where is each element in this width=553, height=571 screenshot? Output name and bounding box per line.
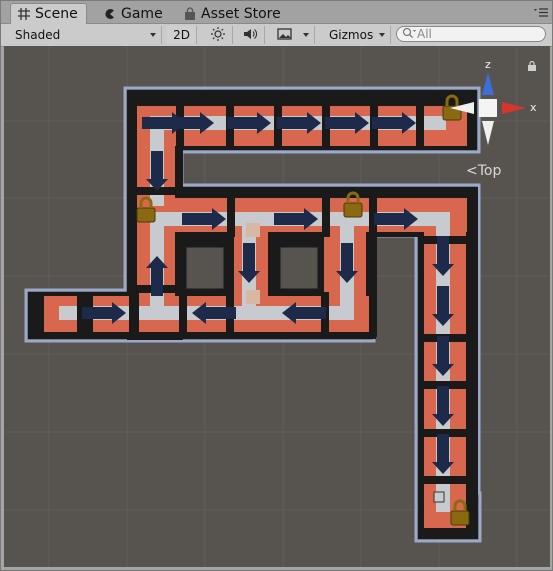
- lighting-toggle-button[interactable]: [203, 26, 233, 44]
- toggle-2d-button[interactable]: 2D: [167, 26, 197, 44]
- gizmo-z-cone: [482, 72, 494, 95]
- window-menu-icon[interactable]: [534, 7, 548, 17]
- search-icon: [401, 27, 417, 42]
- grid-icon: [17, 7, 31, 21]
- gizmo-x-cone: [502, 102, 526, 114]
- tab-asset-store-label: Asset Store: [201, 5, 281, 22]
- chevron-down-icon: [379, 33, 385, 37]
- tab-bar: Scene Game Asset Store: [1, 1, 552, 24]
- effects-dropdown[interactable]: [269, 26, 315, 44]
- audio-toggle-button[interactable]: [235, 26, 265, 44]
- chevron-down-icon: [150, 33, 156, 37]
- tab-scene-label: Scene: [35, 6, 78, 22]
- orientation-gizmo[interactable]: z x: [442, 58, 542, 153]
- gizmo-neg-x-cone: [450, 102, 474, 114]
- scene-toolbar: Shaded 2D Gizmos All: [1, 24, 552, 47]
- tab-asset-store[interactable]: Asset Store: [177, 4, 289, 23]
- scene-viewport[interactable]: z x <Top: [4, 46, 550, 567]
- chevron-left-icon: <: [466, 163, 478, 179]
- tab-game-label: Game: [121, 5, 163, 22]
- view-orientation-label[interactable]: <Top: [466, 163, 501, 179]
- search-placeholder: All: [417, 27, 432, 41]
- gizmos-label: Gizmos: [329, 28, 374, 42]
- gizmo-x-label: x: [530, 101, 537, 114]
- tab-game[interactable]: Game: [97, 4, 171, 23]
- shopping-bag-icon: [183, 6, 197, 21]
- chevron-down-icon: [303, 33, 309, 37]
- gizmos-dropdown[interactable]: Gizmos: [321, 26, 391, 44]
- pacman-icon: [103, 7, 117, 21]
- gizmo-z-label: z: [485, 58, 491, 71]
- sun-icon: [210, 26, 226, 45]
- padlock-icon[interactable]: [527, 60, 537, 71]
- tab-scene[interactable]: Scene: [10, 3, 87, 24]
- shading-mode-label: Shaded: [15, 28, 61, 42]
- shading-mode-dropdown[interactable]: Shaded: [7, 26, 162, 44]
- image-icon: [277, 27, 293, 44]
- gizmo-neg-z-cone: [482, 121, 494, 145]
- scene-window: Scene Game Asset Store Shaded 2D Gizmos …: [0, 0, 553, 571]
- toggle-2d-label: 2D: [173, 28, 190, 42]
- search-input[interactable]: All: [396, 26, 546, 42]
- speaker-icon: [242, 26, 258, 45]
